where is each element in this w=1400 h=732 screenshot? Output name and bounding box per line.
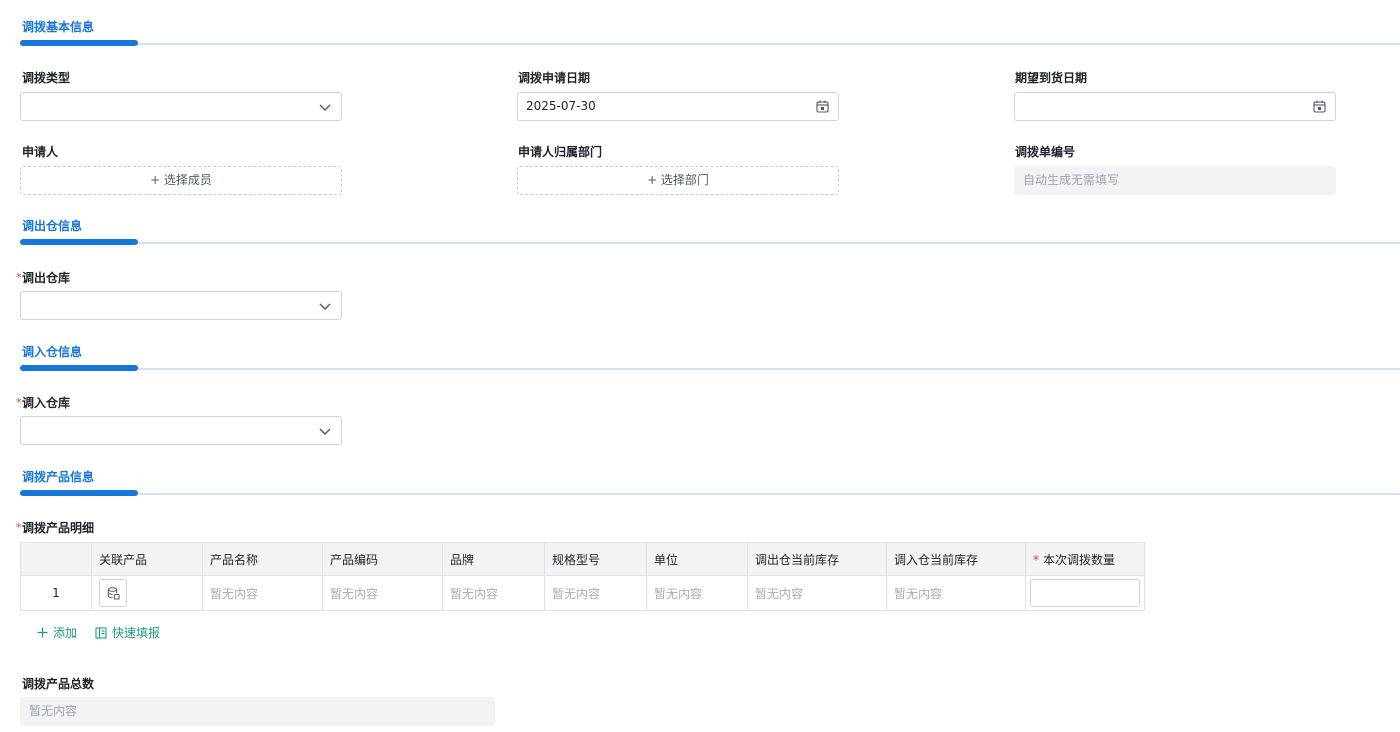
column-header: 产品编码 — [322, 542, 443, 576]
product-name-cell: 暂无内容 — [202, 575, 323, 611]
quick-fill-icon — [95, 626, 107, 639]
column-header: 单位 — [646, 542, 748, 576]
out-warehouse-label: * 调出仓库 — [16, 271, 71, 285]
row-index: 1 — [20, 575, 92, 611]
transfer-type-label: 调拨类型 — [22, 71, 71, 85]
transfer-number-field: 自动生成无需填写 — [1014, 166, 1336, 195]
column-header: 规格型号 — [544, 542, 647, 576]
product-code-cell: 暂无内容 — [322, 575, 443, 611]
select-department-button[interactable]: + 选择部门 — [517, 166, 839, 195]
product-total-label: 调拨产品总数 — [22, 677, 95, 691]
section-divider — [20, 368, 1400, 370]
unit-cell: 暂无内容 — [646, 575, 748, 611]
column-header: 产品名称 — [202, 542, 323, 576]
transfer-type-select[interactable] — [20, 92, 342, 121]
add-row-label: 添加 — [53, 626, 78, 640]
add-row-button[interactable]: 添加 — [37, 624, 77, 641]
expect-date-field[interactable] — [1014, 92, 1336, 121]
product-detail-table: 关联产品 产品名称 产品编码 品牌 规格型号 单位 调出仓当前库存 调入仓当前库… — [20, 542, 1145, 611]
database-icon — [107, 587, 120, 600]
calendar-icon — [816, 100, 829, 113]
column-header: 关联产品 — [91, 542, 203, 576]
section-header-out: 调出仓信息 — [0, 217, 1400, 247]
transfer-number-label: 调拨单编号 — [1015, 145, 1076, 159]
section-divider — [20, 43, 1400, 45]
table-row: 1 暂无内容 暂无内容 暂无内容 暂无内容 暂无内容 暂无内容 暂无内容 — [20, 575, 1145, 611]
column-header: 调入仓当前库存 — [886, 542, 1026, 576]
chevron-down-icon — [319, 303, 331, 310]
section-title-basic: 调拨基本信息 — [22, 20, 95, 34]
plus-icon — [37, 627, 48, 638]
quantity-cell — [1025, 575, 1145, 611]
section-header-basic: 调拨基本信息 — [0, 18, 1400, 48]
quick-fill-label: 快速填报 — [112, 626, 161, 640]
select-member-button[interactable]: + 选择成员 — [20, 166, 342, 195]
section-header-products: 调拨产品信息 — [0, 468, 1400, 498]
apply-date-label: 调拨申请日期 — [518, 71, 591, 85]
section-divider — [20, 493, 1400, 495]
section-accent-bar — [20, 490, 138, 496]
section-header-in: 调入仓信息 — [0, 343, 1400, 373]
spec-cell: 暂无内容 — [544, 575, 647, 611]
required-mark: * — [1033, 552, 1039, 567]
column-header-quantity: * 本次调拨数量 — [1025, 542, 1145, 576]
out-warehouse-select[interactable] — [20, 291, 342, 320]
section-title-in: 调入仓信息 — [22, 345, 83, 359]
section-accent-bar — [20, 239, 138, 245]
quick-fill-button[interactable]: 快速填报 — [95, 624, 160, 641]
expect-date-label: 期望到货日期 — [1015, 71, 1088, 85]
in-warehouse-label: * 调入仓库 — [16, 396, 71, 410]
section-title-out: 调出仓信息 — [22, 219, 83, 233]
section-title-products: 调拨产品信息 — [22, 470, 95, 484]
column-header: 调出仓当前库存 — [747, 542, 887, 576]
section-divider — [20, 242, 1400, 244]
related-product-cell — [91, 575, 203, 611]
in-warehouse-select[interactable] — [20, 416, 342, 445]
product-total-field: 暂无内容 — [20, 697, 495, 726]
column-header: 品牌 — [442, 542, 545, 576]
quantity-input[interactable] — [1030, 579, 1140, 607]
section-accent-bar — [20, 40, 138, 46]
product-detail-label: * 调拨产品明细 — [16, 521, 95, 535]
in-stock-cell: 暂无内容 — [886, 575, 1026, 611]
chevron-down-icon — [319, 104, 331, 111]
out-stock-cell: 暂无内容 — [747, 575, 887, 611]
applicant-label: 申请人 — [22, 145, 59, 159]
table-actions: 添加 快速填报 — [37, 624, 160, 641]
select-product-button[interactable] — [99, 579, 127, 607]
department-label: 申请人归属部门 — [518, 145, 603, 159]
required-mark: * — [16, 271, 22, 284]
calendar-icon — [1313, 100, 1326, 113]
table-header-row: 关联产品 产品名称 产品编码 品牌 规格型号 单位 调出仓当前库存 调入仓当前库… — [20, 542, 1145, 576]
column-header-index — [20, 542, 92, 576]
required-mark: * — [16, 396, 22, 409]
required-mark: * — [16, 521, 22, 534]
brand-cell: 暂无内容 — [442, 575, 545, 611]
apply-date-value: 2025-07-30 — [526, 99, 596, 113]
apply-date-field[interactable]: 2025-07-30 — [517, 92, 839, 121]
chevron-down-icon — [319, 428, 331, 435]
section-accent-bar — [20, 365, 138, 371]
